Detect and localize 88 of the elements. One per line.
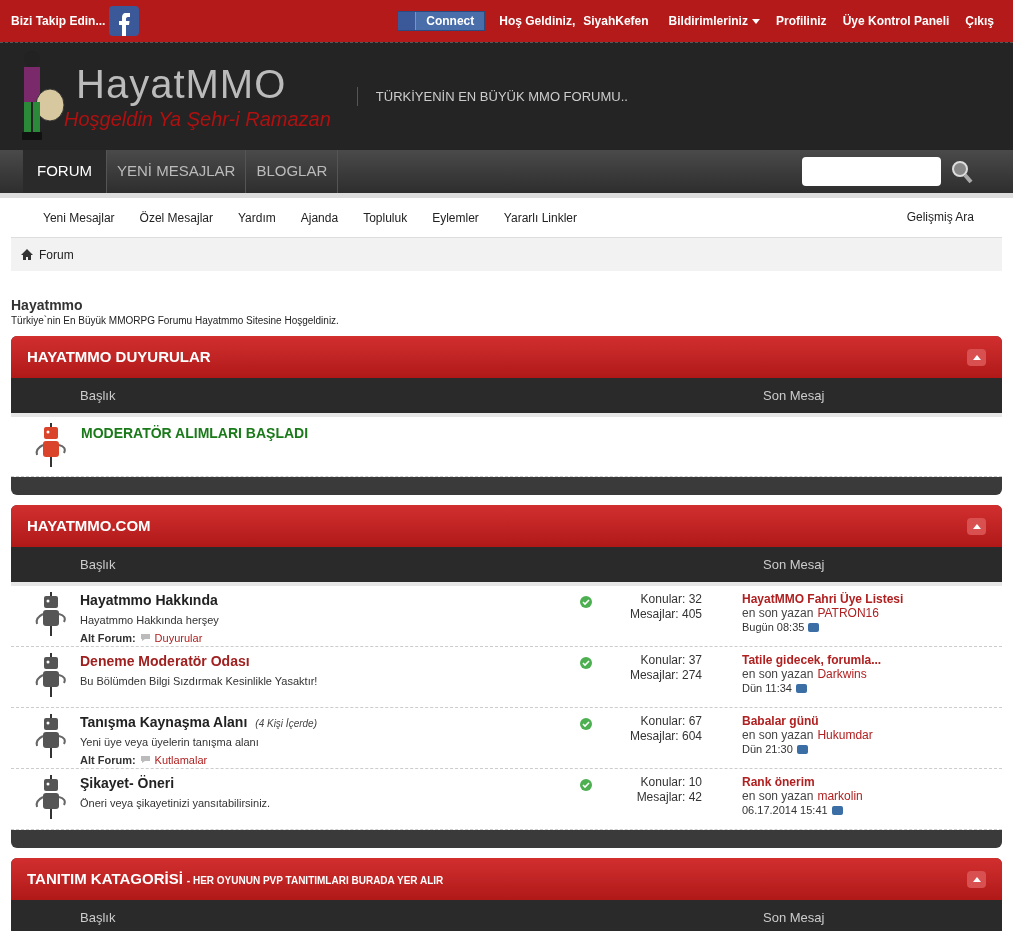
- forum-description: Hayatmmo Hakkında herşey: [80, 613, 220, 628]
- user-link[interactable]: markolin: [817, 789, 863, 803]
- speech-bubble-icon: [139, 633, 151, 643]
- viewer-count: (4 Kişi İçerde): [255, 717, 317, 731]
- user-link[interactable]: Hukumdar: [817, 728, 873, 742]
- last-post-time: Dün 21:30: [742, 742, 793, 756]
- sub-nav-link[interactable]: Ajanda: [300, 208, 339, 227]
- sub-nav-link[interactable]: Özel Mesajlar: [139, 208, 213, 227]
- announcement-link[interactable]: MODERATÖR ALIMLARI BAŞLADI: [81, 423, 309, 476]
- forum-title[interactable]: Hayatmmo Hakkında: [80, 590, 218, 611]
- forum-description: Bu Bölümden Bilgi Sızdırmak Kesinlikle Yasaktır!: [80, 674, 319, 689]
- category-subtitle: - HER OYUNUN PVP TANITIMLARI BURADA YER ALIR: [186, 873, 444, 888]
- follow-text: Bizi Takip Edin...: [11, 13, 106, 30]
- advanced-search-link[interactable]: Gelişmiş Ara: [906, 207, 974, 226]
- post-count: Mesajlar: 42: [635, 790, 702, 805]
- post-count: Mesajlar: 604: [628, 729, 702, 744]
- post-count: Mesajlar: 405: [628, 607, 702, 622]
- forum-title[interactable]: Deneme Moderatör Odası: [80, 651, 250, 672]
- subforum-link[interactable]: Duyurular: [154, 629, 203, 646]
- last-post-time: Dün 11:34: [742, 681, 792, 695]
- welcome-text: Hoş Geldiniz,: [499, 13, 576, 30]
- column-header: Başlık: [80, 908, 116, 927]
- connect-button[interactable]: Connect: [397, 11, 486, 31]
- username-link[interactable]: SiyahKefen: [583, 12, 649, 30]
- post-count: Mesajlar: 274: [628, 668, 702, 683]
- nav-tab[interactable]: FORUM: [23, 150, 107, 193]
- thread-count: Konular: 10: [639, 775, 702, 790]
- sub-nav-link[interactable]: Eylemler: [432, 208, 479, 227]
- forum-description: Yeni üye veya üyelerin tanışma alanı: [80, 735, 260, 750]
- forum-title-heading: Hayatmmo: [11, 297, 84, 313]
- collapse-button[interactable]: [967, 517, 986, 535]
- user-link[interactable]: Darkwins: [817, 667, 867, 681]
- top-link[interactable]: Üye Kontrol Paneli: [842, 12, 950, 30]
- forum-title[interactable]: Tanışma Kaynaşma Alanı: [80, 712, 248, 733]
- logo-subtitle: Hoşgeldin Ya Şehr-i Ramazan: [64, 106, 331, 132]
- forum-title[interactable]: Şikayet- Öneri: [80, 773, 175, 794]
- column-header: Son Mesaj: [763, 386, 826, 405]
- category-title: HAYATMMO DUYURULAR: [27, 346, 211, 367]
- thread-count: Konular: 32: [639, 592, 702, 607]
- search-icon[interactable]: [951, 159, 973, 184]
- column-header: Başlık: [80, 386, 116, 405]
- collapse-button[interactable]: [967, 870, 986, 888]
- last-post-author-label: en son yazan: [742, 728, 814, 742]
- collapse-button[interactable]: [967, 348, 986, 366]
- sub-nav-link[interactable]: Yararlı Linkler: [503, 208, 577, 227]
- speech-bubble-icon: [139, 755, 151, 765]
- check-icon: [580, 596, 592, 608]
- subforum-link[interactable]: Kutlamalar: [154, 751, 208, 768]
- check-icon: [580, 657, 592, 669]
- caret-icon: [972, 354, 981, 360]
- category-title: TANITIM KATAGORİSİ: [27, 868, 183, 889]
- sub-nav-link[interactable]: Topluluk: [363, 208, 408, 227]
- category-title: HAYATMMO.COM: [27, 515, 151, 536]
- column-header: Son Mesaj: [763, 908, 826, 927]
- top-link[interactable]: Profiliniz: [775, 12, 827, 30]
- forum-description: Öneri veya şikayetinizi yansıtabilirsiniz.: [80, 796, 272, 811]
- last-post-time: 06.17.2014 15:41: [742, 803, 828, 817]
- column-header: Son Mesaj: [763, 555, 826, 574]
- subforum-label: Alt Forum:: [80, 630, 136, 646]
- column-header: Başlık: [80, 555, 116, 574]
- last-post-author-label: en son yazan: [742, 667, 814, 681]
- thread-count: Konular: 67: [639, 714, 702, 729]
- caret-icon: [972, 876, 981, 882]
- last-post-author-label: en son yazan: [742, 789, 814, 803]
- breadcrumb-link[interactable]: Forum: [39, 245, 74, 264]
- sub-nav-link[interactable]: Yeni Mesajlar: [43, 208, 115, 227]
- caret-icon: [972, 523, 981, 529]
- sub-nav-link[interactable]: Yardım: [237, 208, 276, 227]
- last-post-link[interactable]: Rank önerim: [742, 775, 863, 789]
- logo-text: HayatMMO: [76, 61, 288, 106]
- last-post-time: Bugün 08:35: [742, 620, 805, 634]
- check-icon: [580, 718, 592, 730]
- top-link[interactable]: Bildirimleriniz: [668, 12, 748, 30]
- check-icon: [580, 779, 592, 791]
- last-post-link[interactable]: Babalar günü: [742, 714, 873, 728]
- user-link[interactable]: PATRON16: [817, 606, 879, 620]
- facebook-icon[interactable]: [109, 6, 140, 36]
- home-icon[interactable]: [21, 249, 33, 260]
- tagline: TÜRKİYENİN EN BÜYÜK MMO FORUMU..: [356, 86, 628, 107]
- last-post-link[interactable]: Tatile gidecek, forumla...: [742, 653, 882, 667]
- last-post-link[interactable]: HayatMMO Fahri Üye Listesi: [742, 592, 904, 606]
- thread-count: Konular: 37: [639, 653, 702, 668]
- subforum-label: Alt Forum:: [80, 752, 136, 768]
- last-post-author-label: en son yazan: [742, 606, 814, 620]
- search-field[interactable]: [802, 157, 941, 186]
- top-link[interactable]: Çıkış: [965, 12, 994, 30]
- forum-description: Türkiye`nin En Büyük MMORPG Forumu Hayatmmo Sitesine Hoşgeldiniz.: [11, 314, 340, 328]
- caret-icon[interactable]: [751, 18, 760, 24]
